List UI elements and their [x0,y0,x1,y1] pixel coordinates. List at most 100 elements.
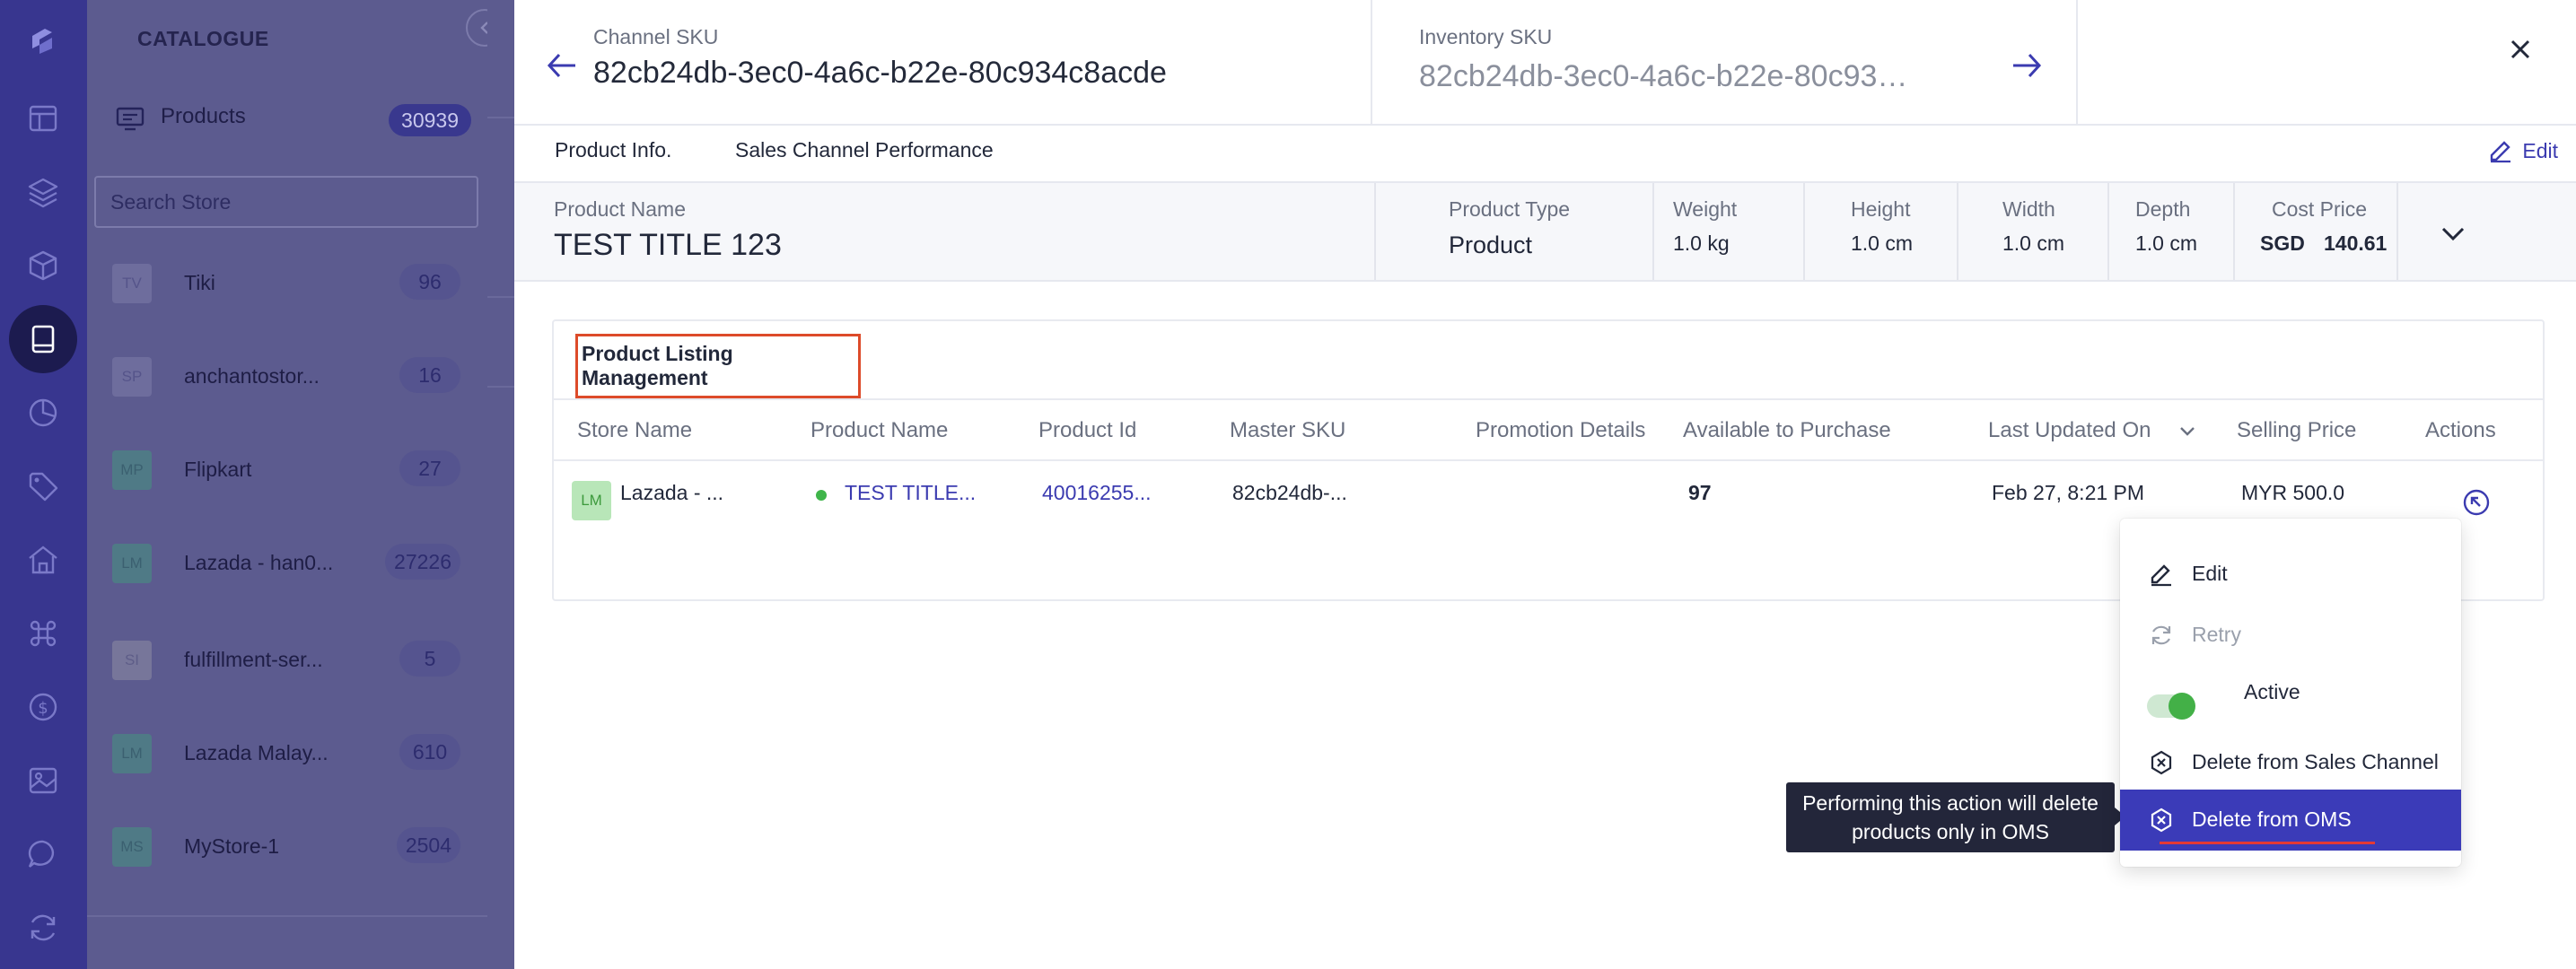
chevron-down-icon[interactable] [2439,219,2467,248]
store-avatar: LM [112,734,152,773]
delete-circle-icon [2149,750,2174,775]
warehouse-icon[interactable] [22,538,65,581]
height-value: 1.0 cm [1851,231,1914,255]
column-header: Selling Price [2237,418,2357,442]
cost-price-value: 140.61 [2324,231,2388,255]
chat-icon[interactable] [22,833,65,876]
store-avatar: MP [112,450,152,490]
store-item[interactable]: LM Lazada Malay... 610 [87,712,487,793]
catalogue-icon[interactable] [9,305,77,373]
header-divider [1371,0,1372,126]
store-item[interactable]: SI fulfillment-ser... 5 [87,619,487,700]
search-store-input[interactable] [94,176,478,228]
layers-icon[interactable] [22,170,65,214]
cost-price-label: Cost Price [2272,197,2368,221]
close-icon[interactable] [2505,34,2536,65]
tab-bar: Product Info. Sales Channel Performance … [514,126,2576,183]
product-summary: Product Name TEST TITLE 123 Product Type… [514,183,2576,282]
store-count-badge: 610 [399,734,460,770]
tab-product-info[interactable]: Product Info. [555,138,671,162]
store-item[interactable]: MS MyStore-1 2504 [87,806,487,886]
store-count-badge: 27 [399,450,460,486]
store-avatar: SP [112,357,152,397]
forward-arrow-icon[interactable] [2011,52,2042,79]
menu-item-label: Delete from OMS [2192,808,2352,831]
store-count-badge: 2504 [396,827,460,863]
column-header: Available to Purchase [1683,418,1891,442]
pencil-icon [2149,562,2174,587]
pencil-icon [2488,138,2513,163]
sync-icon[interactable] [22,906,65,949]
sidebar-title: CATALOGUE [137,27,269,50]
tab-sales-channel-performance[interactable]: Sales Channel Performance [735,138,994,162]
store-avatar: LM [572,481,611,520]
column-header: Store Name [577,418,693,442]
store-name: Tiki [184,271,215,294]
menu-item-edit[interactable]: Edit [2120,544,2461,605]
catalogue-sidebar: CATALOGUE Products 30939 TV Tiki 96 SP a… [87,0,504,969]
master-sku-cell: 82cb24db-... [1232,481,1347,504]
width-value: 1.0 cm [2002,231,2065,255]
store-count-badge: 27226 [385,544,460,580]
channel-sku-value: 82cb24db-3ec0-4a6c-b22e-80c934c8acde [593,56,1167,90]
store-name: Lazada Malay... [184,741,329,764]
store-item[interactable]: SP anchantostor... 16 [87,336,487,416]
store-name: anchantostor... [184,364,320,388]
back-arrow-icon[interactable] [547,52,577,79]
column-header: Product Name [810,418,949,442]
sidebar-item-products[interactable]: Products 30939 [87,86,487,151]
inventory-sku-label: Inventory SKU [1419,25,1553,48]
command-icon[interactable] [22,612,65,655]
available-cell: 97 [1688,481,1712,504]
menu-item-retry[interactable]: Retry [2120,605,2461,666]
product-type-label: Product Type [1449,197,1571,221]
active-toggle[interactable] [2147,693,2195,720]
menu-item-label: Delete from Sales Channel [2192,750,2439,773]
status-dot [816,490,827,501]
selling-price-cell: MYR 500.0 [2241,481,2345,504]
height-label: Height [1851,197,1911,221]
background-content [487,0,514,969]
column-header: Master SKU [1230,418,1346,442]
product-name-label: Product Name [554,197,687,221]
store-name: Flipkart [184,458,252,481]
inventory-sku-value: 82cb24db-3ec0-4a6c-b22e-80c934c8acde [1419,59,1922,93]
store-item[interactable]: TV Tiki 96 [87,242,487,323]
product-name-link[interactable]: TEST TITLE... [845,481,976,505]
store-avatar: MS [112,827,152,867]
sort-chevron-icon[interactable] [2178,425,2196,438]
menu-item-delete-oms[interactable]: Delete from OMS [2120,790,2461,851]
store-item[interactable]: LM Lazada - han0... 27226 [87,522,487,603]
analytics-icon[interactable] [22,391,65,434]
image-icon[interactable] [22,759,65,802]
store-name: MyStore-1 [184,834,280,858]
annotation-underline [2160,842,2375,844]
depth-label: Depth [2135,197,2191,221]
menu-item-delete-sales-channel[interactable]: Delete from Sales Channel [2120,732,2461,793]
products-count-badge: 30939 [389,104,471,136]
section-title: Product Listing Management [575,334,861,398]
edit-label: Edit [2522,138,2558,162]
delete-circle-icon [2149,808,2174,833]
sidebar-footer [87,915,487,969]
dashboard-icon[interactable] [22,97,65,140]
menu-item-label: Active [2244,680,2300,703]
actions-menu-icon[interactable] [2462,488,2491,517]
retry-icon [2149,623,2174,648]
menu-item-active[interactable]: Active [2120,666,2461,734]
edit-button[interactable]: Edit [2488,138,2558,163]
svg-text:$: $ [38,699,48,718]
menu-item-label: Edit [2192,562,2228,585]
store-count-badge: 16 [399,357,460,393]
box-icon[interactable] [22,244,65,287]
logo-icon[interactable] [22,18,65,61]
product-id-link[interactable]: 40016255... [1042,481,1152,505]
dollar-icon[interactable]: $ [22,685,65,729]
last-updated-cell: Feb 27, 8:21 PM [1992,481,2145,504]
store-avatar: TV [112,264,152,303]
table-header: Store Name Product Name Product Id Maste… [554,398,2543,461]
store-item[interactable]: MP Flipkart 27 [87,429,487,510]
tag-icon[interactable] [22,465,65,508]
column-header-sortable[interactable]: Last Updated On [1988,418,2151,443]
depth-value: 1.0 cm [2135,231,2198,255]
